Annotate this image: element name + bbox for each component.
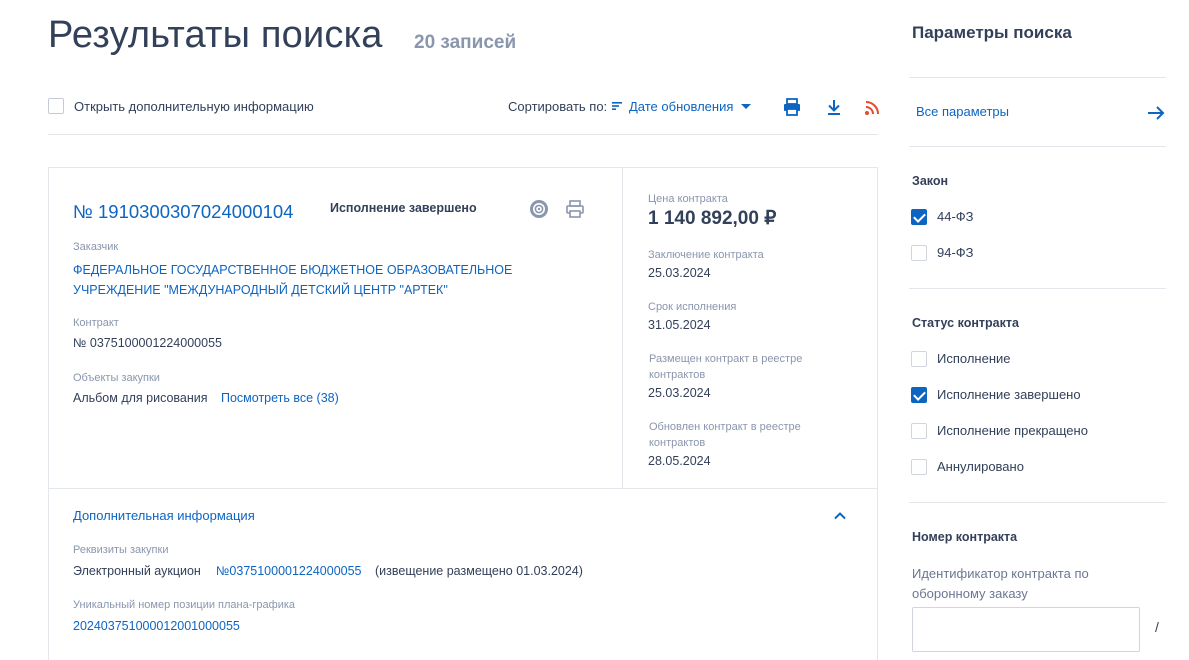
chevron-down-icon[interactable] [741,104,751,109]
auction-note: (извещение размещено 01.03.2024) [375,564,583,578]
toolbar-divider [48,134,878,135]
status-completed-checkbox[interactable] [911,387,927,403]
placed-value: 25.03.2024 [648,386,711,400]
status-execution-checkbox[interactable] [911,351,927,367]
results-count: 20 записей [414,32,517,53]
deadline-value: 31.05.2024 [648,318,711,332]
result-card [48,167,878,660]
print-icon[interactable] [782,97,802,117]
plan-label: Уникальный номер позиции плана-графика [73,599,296,611]
conclusion-value: 25.03.2024 [648,266,711,280]
card-divider [622,168,623,488]
page-title: Результаты поиска [48,14,383,56]
sidebar-divider [909,288,1166,289]
sort-dropdown[interactable]: Дате обновления [629,99,733,114]
law-94-label[interactable]: 94-ФЗ [937,245,974,260]
sidebar-title: Параметры поиска [912,23,1072,42]
status-cancelled-label[interactable]: Аннулировано [937,459,1024,474]
status-completed-label[interactable]: Исполнение завершено [937,387,1081,402]
rss-icon[interactable] [863,98,883,118]
download-icon[interactable] [824,97,844,117]
defense-id-input[interactable] [912,607,1140,652]
status-terminated-label[interactable]: Исполнение прекращено [937,423,1088,438]
extra-info-checkbox[interactable] [48,98,64,114]
updated-value: 28.05.2024 [648,454,711,468]
status-cancelled-checkbox[interactable] [911,459,927,475]
requisites-label: Реквизиты закупки [73,544,169,556]
all-params-link[interactable]: Все параметры [916,104,1009,119]
objects-value: Альбом для рисования [73,391,208,405]
customer-link[interactable]: ФЕДЕРАЛЬНОЕ ГОСУДАРСТВЕННОЕ БЮДЖЕТНОЕ ОБ… [73,260,543,300]
price-label: Цена контракта [648,193,728,205]
contract-value: № 0375100001224000055 [73,336,222,350]
law-94-checkbox[interactable] [911,245,927,261]
customer-label: Заказчик [73,241,119,253]
placed-label: Размещен контракт в реестре контрактов [649,353,803,381]
status-execution-label[interactable]: Исполнение [937,351,1011,366]
status-badge: Исполнение завершено [330,201,477,215]
deadline-label: Срок исполнения [648,301,737,313]
extra-info-label[interactable]: Открыть дополнительную информацию [74,99,314,114]
sidebar-divider [909,146,1166,147]
objects-label: Объекты закупки [73,372,160,384]
status-terminated-checkbox[interactable] [911,423,927,439]
law-44-checkbox[interactable] [911,209,927,225]
law-section-title: Закон [912,174,949,188]
law-44-label[interactable]: 44-ФЗ [937,209,974,224]
updated-label: Обновлен контракт в реестре контрактов [649,421,801,449]
chevron-up-icon[interactable] [832,508,848,524]
plan-link[interactable]: 202403751000012001000055 [73,619,240,633]
contract-label: Контракт [73,317,119,329]
card-divider [49,488,877,489]
sidebar-divider [909,77,1166,78]
at-sign-icon[interactable] [529,199,549,219]
objects-view-all-link[interactable]: Посмотреть все (38) [221,391,339,405]
conclusion-label: Заключение контракта [648,249,764,261]
separator-slash: / [1155,619,1159,635]
sort-lines-icon[interactable] [612,101,622,111]
auction-text: Электронный аукцион [73,564,201,578]
number-section-title: Номер контракта [912,530,1018,544]
defense-id-label: Идентификатор контракта по оборонному за… [912,566,1089,601]
price-value: 1 140 892,00 ₽ [648,208,777,229]
sidebar-divider [909,502,1166,503]
sort-label: Сортировать по: [508,99,608,114]
arrow-right-icon[interactable] [1146,104,1166,122]
contract-number-link[interactable]: № 1910300307024000104 [73,201,293,223]
auction-link[interactable]: №0375100001224000055 [216,564,362,578]
additional-info-toggle[interactable]: Дополнительная информация [73,508,255,523]
print-icon[interactable] [565,199,585,219]
status-section-title: Статус контракта [912,316,1019,330]
